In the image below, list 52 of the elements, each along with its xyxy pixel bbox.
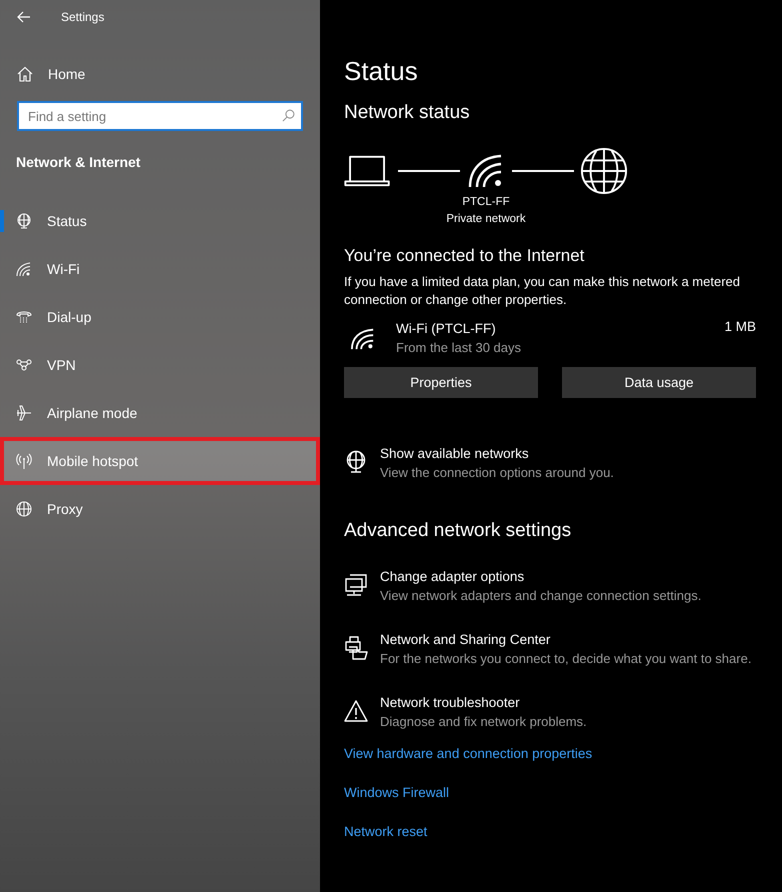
monitors-icon	[344, 573, 368, 597]
page-title: Status	[344, 56, 419, 88]
back-arrow-icon[interactable]	[17, 11, 31, 23]
usage-period: From the last 30 days	[396, 339, 522, 357]
option-title[interactable]: Network troubleshooter	[380, 693, 756, 712]
settings-link[interactable]: Windows Firewall	[344, 783, 450, 802]
search-icon	[282, 109, 295, 122]
settings-link[interactable]: View hardware and connection properties	[344, 744, 592, 763]
network-name: PTCL-FF	[462, 195, 510, 210]
globe-monitor-icon	[16, 213, 32, 229]
vpn-icon	[16, 357, 32, 373]
window-title: Settings	[61, 10, 104, 24]
option-description: View network adapters and change connection settings.	[380, 587, 702, 605]
antenna-icon	[16, 453, 32, 469]
wifi-icon	[468, 153, 504, 189]
nav-item[interactable]: Airplane mode	[0, 389, 320, 437]
nav-item[interactable]: VPN	[0, 341, 320, 389]
option-description: For the networks you connect to, decide what you want to share.	[380, 650, 752, 668]
nav-item[interactable]: Proxy	[0, 485, 320, 533]
option-description: View the connection options around you.	[380, 464, 615, 482]
wifi-icon	[16, 261, 32, 277]
data-usage-amount: 1 MB	[724, 319, 756, 334]
action-button[interactable]: Data usage	[562, 367, 756, 398]
warning-icon	[344, 699, 368, 723]
nav-item[interactable]: Wi-Fi	[0, 245, 320, 293]
nav-item[interactable]: Status	[0, 197, 320, 245]
option-description: Diagnose and fix network problems.	[380, 713, 588, 731]
globe-monitor-icon	[344, 450, 368, 474]
globe-icon	[16, 501, 32, 517]
section-heading: Network status	[344, 102, 471, 124]
action-button[interactable]: Properties	[344, 367, 538, 398]
section-heading: Network & Internet	[16, 154, 142, 172]
nav-item[interactable]: Dial-up	[0, 293, 320, 341]
option-title[interactable]: Show available networks	[380, 444, 756, 463]
option-title[interactable]: Change adapter options	[380, 567, 756, 586]
network-type: Private network	[446, 212, 526, 227]
home-link[interactable]: Home	[17, 54, 117, 94]
search-field[interactable]: Find a setting	[17, 101, 303, 131]
printer-folder-icon	[344, 636, 368, 660]
option-title[interactable]: Network and Sharing Center	[380, 630, 756, 649]
laptop-icon	[344, 154, 392, 188]
globe-icon	[580, 147, 628, 195]
connection-heading: You’re connected to the Internet	[344, 246, 586, 266]
connection-description: If you have a limited data plan, you can make this network a metered connection or change other properties.	[344, 273, 741, 309]
wifi-icon	[350, 326, 376, 350]
nav-item[interactable]: Mobile hotspot	[0, 437, 320, 485]
settings-link[interactable]: Network reset	[344, 822, 428, 841]
airplane-icon	[16, 405, 32, 421]
network-name: Wi-Fi (PTCL-FF)	[396, 320, 497, 338]
home-icon	[17, 66, 33, 82]
section-heading: Advanced network settings	[344, 520, 572, 542]
phone-icon	[16, 309, 32, 325]
